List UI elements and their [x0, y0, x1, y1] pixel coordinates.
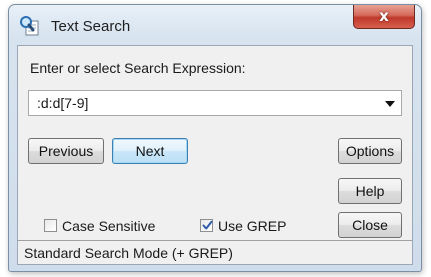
window-title: Text Search	[51, 18, 131, 35]
search-expression-label: Enter or select Search Expression:	[30, 60, 246, 76]
next-button[interactable]: Next	[112, 138, 188, 164]
options-button[interactable]: Options	[338, 138, 402, 164]
help-button[interactable]: Help	[338, 178, 402, 204]
dialog-body: Enter or select Search Expression: :d:d[…	[17, 45, 413, 265]
checkmark-icon	[202, 220, 213, 230]
text-search-dialog: Text Search x Enter or select Search Exp…	[8, 4, 422, 272]
magnifier-document-icon	[19, 15, 41, 37]
case-sensitive-checkbox[interactable]	[44, 219, 57, 232]
previous-button[interactable]: Previous	[28, 138, 104, 164]
dropdown-arrow-icon[interactable]	[385, 101, 395, 107]
use-grep-label[interactable]: Use GREP	[218, 218, 286, 234]
case-sensitive-label[interactable]: Case Sensitive	[62, 218, 155, 234]
status-bar: Standard Search Mode (+ GREP)	[18, 240, 412, 264]
window-close-button[interactable]: x	[353, 5, 415, 29]
close-button[interactable]: Close	[338, 212, 402, 238]
search-expression-combobox[interactable]: :d:d[7-9]	[28, 90, 402, 116]
use-grep-checkbox[interactable]	[200, 219, 213, 232]
search-expression-value[interactable]: :d:d[7-9]	[37, 95, 88, 111]
title-bar[interactable]: Text Search x	[9, 5, 421, 45]
close-icon: x	[379, 7, 389, 25]
status-text: Standard Search Mode (+ GREP)	[24, 245, 233, 261]
